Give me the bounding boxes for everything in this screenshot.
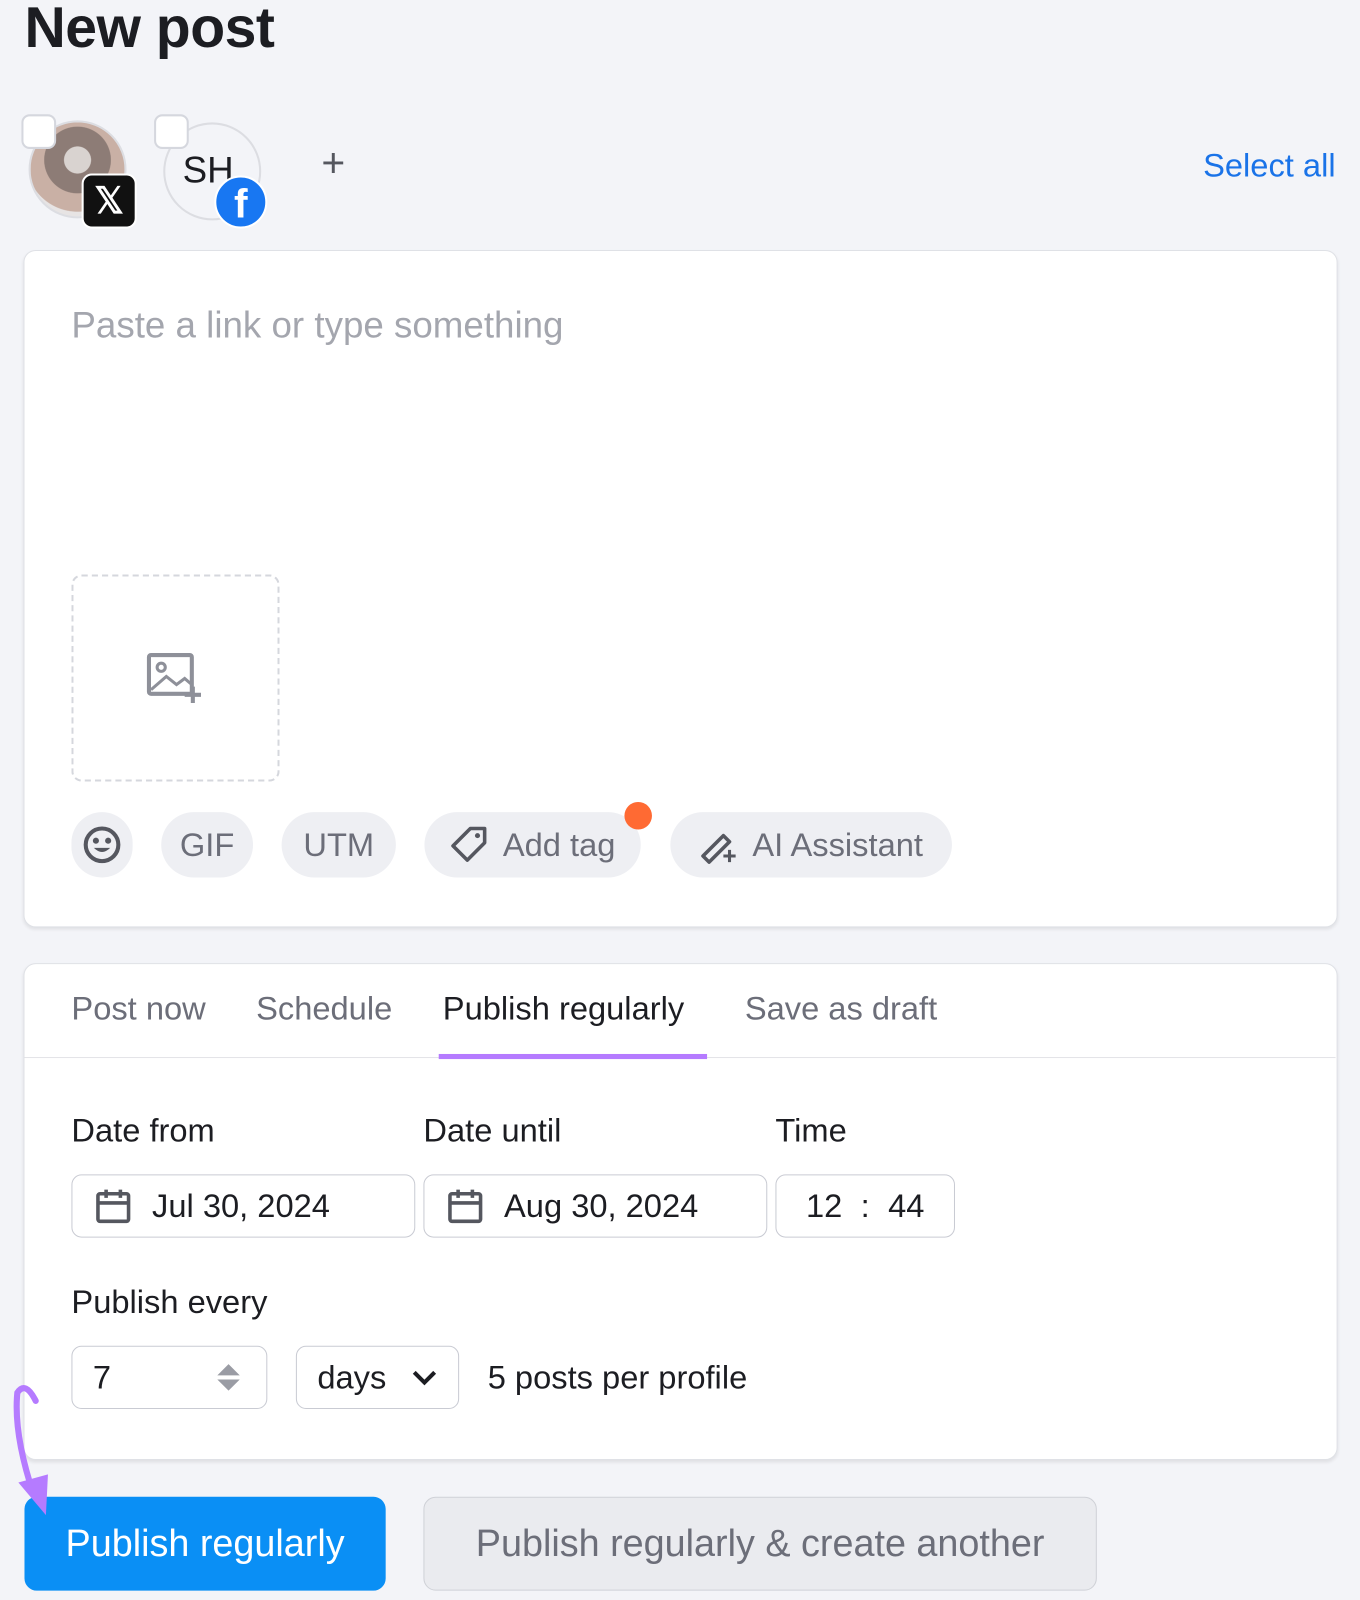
annotation-arrow-icon <box>13 1385 48 1516</box>
emoji-button[interactable] <box>71 812 133 878</box>
publish-regularly-create-another-button[interactable]: Publish regularly & create another <box>423 1496 1097 1591</box>
tab-publish-regularly[interactable]: Publish regularly <box>443 990 684 1028</box>
date-from-label: Date from <box>71 1112 215 1149</box>
minute-value[interactable]: 44 <box>888 1187 924 1225</box>
utm-label: UTM <box>303 825 375 863</box>
tab-post-now[interactable]: Post now <box>71 990 205 1028</box>
chevron-down-icon <box>412 1370 437 1386</box>
time-separator: : <box>860 1187 870 1224</box>
calendar-icon <box>448 1189 483 1224</box>
publish-regularly-button[interactable]: Publish regularly <box>24 1496 386 1591</box>
gif-label: GIF <box>179 825 235 863</box>
notification-dot <box>624 801 652 830</box>
tab-save-as-draft[interactable]: Save as draft <box>745 990 937 1028</box>
hour-value[interactable]: 12 <box>806 1187 842 1225</box>
date-until-input[interactable]: Aug 30, 2024 <box>423 1174 768 1238</box>
publish-regularly-label: Publish regularly <box>65 1522 345 1565</box>
post-text-input[interactable]: Paste a link or type something <box>71 304 563 347</box>
media-upload-area[interactable] <box>71 574 280 782</box>
add-tag-button[interactable]: Add tag <box>424 812 641 878</box>
active-tab-indicator <box>438 1053 708 1060</box>
publish-create-another-label: Publish regularly & create another <box>475 1522 1045 1565</box>
profile-checkbox-x[interactable] <box>21 114 57 149</box>
date-until-label: Date until <box>423 1112 562 1149</box>
publish-every-label: Publish every <box>71 1283 268 1321</box>
utm-button[interactable]: UTM <box>281 812 396 878</box>
interval-unit-select[interactable]: days <box>295 1345 460 1410</box>
facebook-icon: f <box>214 175 268 229</box>
profile-checkbox-sh[interactable] <box>154 114 189 149</box>
unit-value: days <box>317 1358 387 1396</box>
time-input[interactable]: 12 : 44 <box>775 1174 956 1238</box>
posts-summary: 5 posts per profile <box>487 1359 748 1396</box>
interval-stepper[interactable]: 7 <box>71 1345 268 1410</box>
select-all-link[interactable]: Select all <box>1203 147 1335 185</box>
tag-icon <box>451 826 487 862</box>
date-from-input[interactable]: Jul 30, 2024 <box>71 1174 416 1238</box>
gif-button[interactable]: GIF <box>161 812 254 878</box>
page-title: New post <box>24 0 275 60</box>
tab-schedule[interactable]: Schedule <box>256 990 392 1028</box>
calendar-icon <box>96 1189 131 1224</box>
ai-assistant-label: AI Assistant <box>752 825 923 863</box>
new-post-page: New post 𝕏 SH f + Select all Paste a lin… <box>0 0 1360 1600</box>
date-from-value: Jul 30, 2024 <box>152 1187 330 1224</box>
interval-value: 7 <box>92 1358 112 1396</box>
magic-wand-icon <box>701 833 737 864</box>
emoji-icon <box>83 826 121 864</box>
time-label: Time <box>775 1112 847 1149</box>
ai-assistant-button[interactable]: AI Assistant <box>670 812 952 878</box>
stepper-arrows-icon[interactable] <box>216 1362 240 1393</box>
add-tag-label: Add tag <box>502 825 616 863</box>
date-until-value: Aug 30, 2024 <box>504 1187 699 1224</box>
x-icon: 𝕏 <box>81 173 137 229</box>
add-profile-button[interactable]: + <box>321 141 345 187</box>
add-image-icon <box>146 652 201 703</box>
